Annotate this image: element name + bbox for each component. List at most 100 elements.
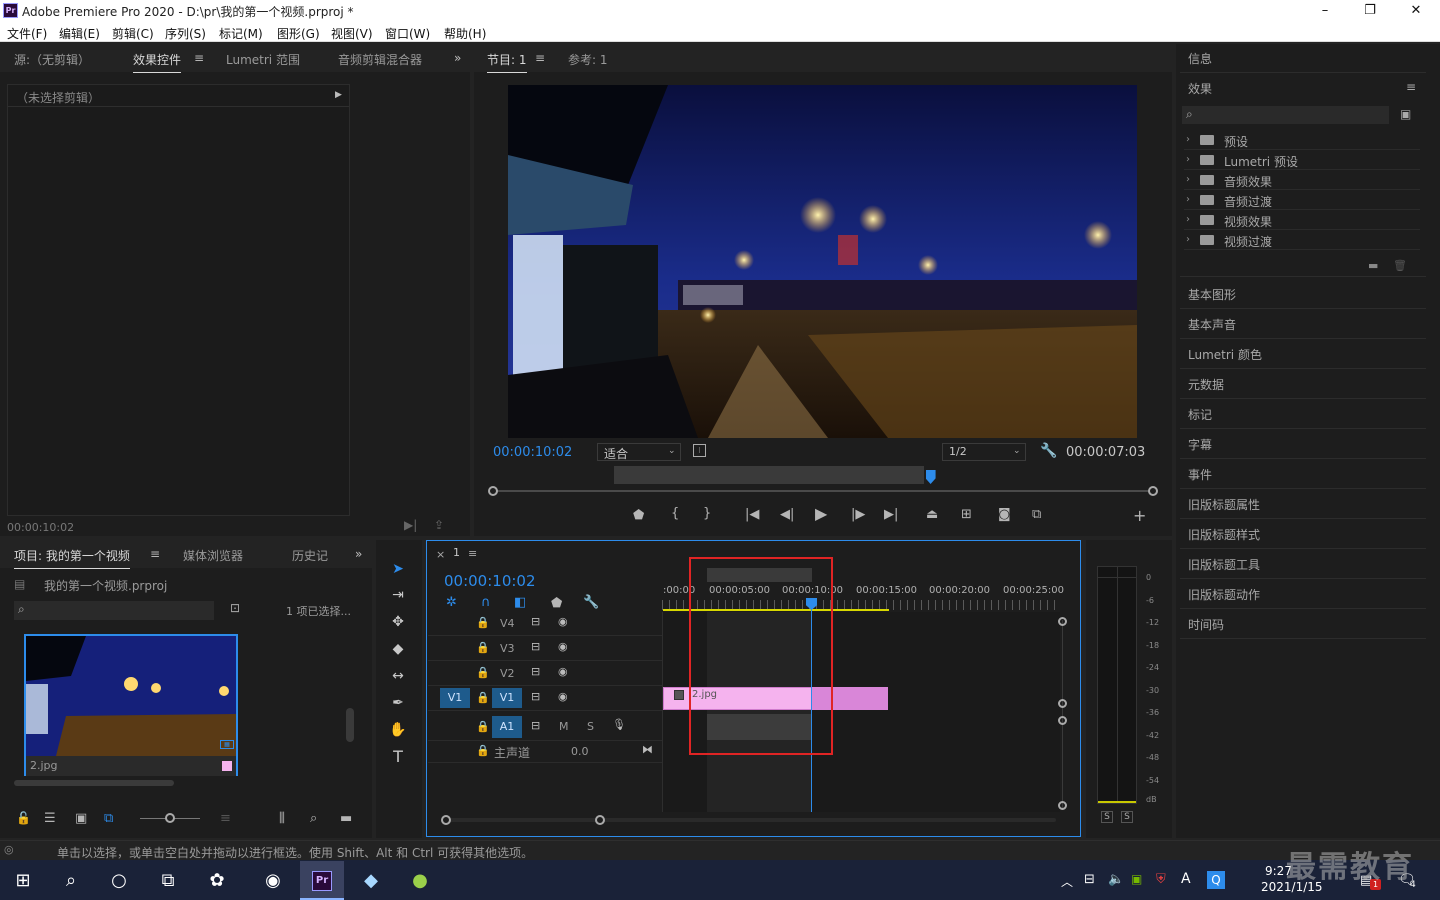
go-to-in-icon[interactable]: |◀ — [745, 508, 759, 521]
section-lumetri-color[interactable]: Lumetri 颜色 — [1188, 346, 1262, 363]
new-search-bin-icon[interactable]: ⊡ — [230, 601, 240, 615]
effects-tree-item[interactable]: › 音频效果 — [1184, 171, 1420, 190]
lift-icon[interactable]: ⏏ — [926, 508, 938, 521]
sync-lock-icon[interactable]: ⊟ — [531, 690, 540, 703]
effects-tree-item[interactable]: › Lumetri 预设 — [1184, 151, 1420, 170]
chrome-icon[interactable]: ◉ — [250, 862, 296, 900]
effects-tree-item[interactable]: › 音频过渡 — [1184, 191, 1420, 210]
freeform-view-icon[interactable]: ⧉ — [104, 812, 113, 825]
new-bin-icon[interactable]: ▬ — [340, 812, 352, 825]
zoom-handle-right[interactable] — [595, 815, 605, 825]
slip-tool-icon[interactable]: ↔ — [386, 665, 410, 687]
find-icon[interactable]: ⌕ — [310, 812, 317, 825]
info-panel-header[interactable]: 信息 — [1188, 50, 1212, 67]
tab-reference[interactable]: 参考: 1 — [568, 51, 608, 68]
sync-lock-icon[interactable]: ⊟ — [531, 719, 540, 732]
source-patch-v1[interactable]: V1 — [440, 688, 470, 708]
track-label[interactable]: A1 — [492, 716, 522, 738]
tab-source[interactable]: 源:（无剪辑） — [14, 51, 90, 68]
lock-icon[interactable]: 🔓 — [16, 811, 31, 825]
delete-icon[interactable]: 🗑 — [1393, 259, 1407, 272]
tab-audio-clip-mixer[interactable]: 音频剪辑混合器 — [338, 51, 422, 68]
add-marker-icon[interactable]: ⬟ — [633, 509, 644, 522]
scrub-start-handle[interactable] — [488, 486, 498, 496]
menu-clip[interactable]: 剪辑(C) — [112, 25, 154, 42]
eye-icon[interactable]: ◉ — [558, 615, 568, 628]
windows-start-icon[interactable]: ⊞ — [0, 862, 46, 900]
hand-tool-icon[interactable]: ✋ — [386, 719, 410, 741]
effects-search-input[interactable]: ⌕ — [1182, 106, 1389, 124]
extract-icon[interactable]: ⊞ — [961, 508, 972, 521]
effects-panel-header[interactable]: 效果 — [1188, 80, 1212, 97]
scroll-handle[interactable] — [1058, 617, 1067, 626]
tab-history[interactable]: 历史记 — [292, 547, 328, 564]
menu-sequence[interactable]: 序列(S) — [165, 25, 206, 42]
zoom-slider-handle[interactable] — [165, 813, 175, 823]
section-legacy-title-properties[interactable]: 旧版标题属性 — [1188, 496, 1260, 513]
taskbar-search-icon[interactable]: ⌕ — [48, 862, 94, 900]
scroll-handle[interactable] — [1058, 699, 1067, 708]
expand-right-icon[interactable]: ▶ — [335, 90, 342, 100]
track-lock-icon[interactable]: 🔒 — [476, 641, 490, 654]
qq-icon[interactable]: Q — [1207, 871, 1225, 889]
step-forward-icon[interactable]: |▶ — [851, 508, 865, 521]
resolution-dropdown[interactable]: 1/2 ⌄ — [942, 443, 1026, 461]
task-view-icon[interactable]: ⧉ — [145, 862, 191, 900]
camera-icon[interactable]: ◙ — [998, 508, 1011, 521]
menu-marker[interactable]: 标记(M) — [219, 25, 263, 42]
taskbar-premiere-active[interactable]: Pr — [300, 861, 344, 900]
master-volume-value[interactable]: 0.0 — [571, 745, 589, 758]
sequence-tab[interactable]: 1 — [453, 546, 460, 559]
track-lock-icon[interactable]: 🔒 — [476, 744, 490, 757]
minimize-button[interactable]: – — [1302, 0, 1348, 22]
effects-tree-item[interactable]: › 视频效果 — [1184, 211, 1420, 230]
solo-button[interactable]: S — [587, 720, 594, 733]
section-legacy-title-tools[interactable]: 旧版标题工具 — [1188, 556, 1260, 573]
section-markers[interactable]: 标记 — [1188, 406, 1212, 423]
magnet-icon[interactable]: ∩ — [481, 596, 491, 609]
section-essential-sound[interactable]: 基本声音 — [1188, 316, 1236, 333]
export-icon[interactable]: ⇪ — [434, 518, 444, 532]
sort-icon[interactable]: ≡ — [220, 812, 231, 825]
overflow-chevron-icon[interactable]: » — [355, 547, 362, 561]
track-label[interactable]: V1 — [492, 688, 522, 708]
maximize-button[interactable]: ❐ — [1347, 0, 1393, 22]
solo-left-button[interactable]: S — [1101, 811, 1113, 823]
new-custom-bin-icon[interactable]: ▣ — [1400, 107, 1411, 121]
ime-indicator[interactable]: A — [1181, 871, 1191, 887]
menu-view[interactable]: 视图(V) — [331, 25, 373, 42]
add-button-icon[interactable]: + — [1133, 508, 1146, 524]
step-back-icon[interactable]: ◀| — [780, 508, 794, 521]
timeline-wrench-icon[interactable]: 🔧 — [583, 596, 599, 609]
project-search-input[interactable]: ⌕ — [14, 601, 214, 620]
track-label[interactable]: V4 — [500, 617, 515, 630]
pinwheel-app-icon[interactable]: ✿ — [194, 862, 240, 900]
scrub-track[interactable] — [491, 490, 1155, 492]
sync-lock-icon[interactable]: ⊟ — [531, 615, 540, 628]
play-icon[interactable]: ▶ — [815, 506, 827, 522]
compare-view-icon[interactable]: ⧉ — [1032, 508, 1041, 521]
cortana-icon[interactable]: ○ — [96, 862, 142, 900]
media-thumbnail[interactable]: ▦ 2.jpg — [24, 634, 238, 776]
melon-app-icon[interactable]: ● — [397, 862, 443, 900]
section-legacy-title-styles[interactable]: 旧版标题样式 — [1188, 526, 1260, 543]
list-view-icon[interactable]: ☰ — [44, 812, 56, 825]
zoom-handle-left[interactable] — [441, 815, 451, 825]
project-vertical-scrollbar[interactable] — [346, 708, 354, 742]
new-folder-icon[interactable]: ▬ — [1368, 259, 1378, 272]
track-lock-icon[interactable]: 🔒 — [476, 666, 490, 679]
go-to-out-icon[interactable]: ▶| — [884, 508, 898, 521]
tab-program[interactable]: 节目: 1 — [487, 51, 527, 73]
mute-button[interactable]: M — [559, 720, 569, 733]
tab-lumetri-scopes[interactable]: Lumetri 范围 — [226, 51, 300, 68]
sync-lock-icon[interactable]: ⊟ — [531, 665, 540, 678]
scrub-end-handle[interactable] — [1148, 486, 1158, 496]
selection-tool-icon[interactable]: ➤ — [386, 558, 410, 580]
menu-help[interactable]: 帮助(H) — [444, 25, 486, 42]
wrench-icon[interactable]: 🔧 — [1040, 443, 1057, 459]
sequence-menu-icon[interactable]: ≡ — [468, 547, 477, 560]
effects-menu-icon[interactable]: ≡ — [1406, 80, 1416, 94]
nvidia-icon[interactable]: ▣ — [1131, 872, 1142, 886]
track-select-tool-icon[interactable]: ⇥ — [386, 584, 410, 606]
snap-icon[interactable]: ✲ — [446, 596, 457, 609]
